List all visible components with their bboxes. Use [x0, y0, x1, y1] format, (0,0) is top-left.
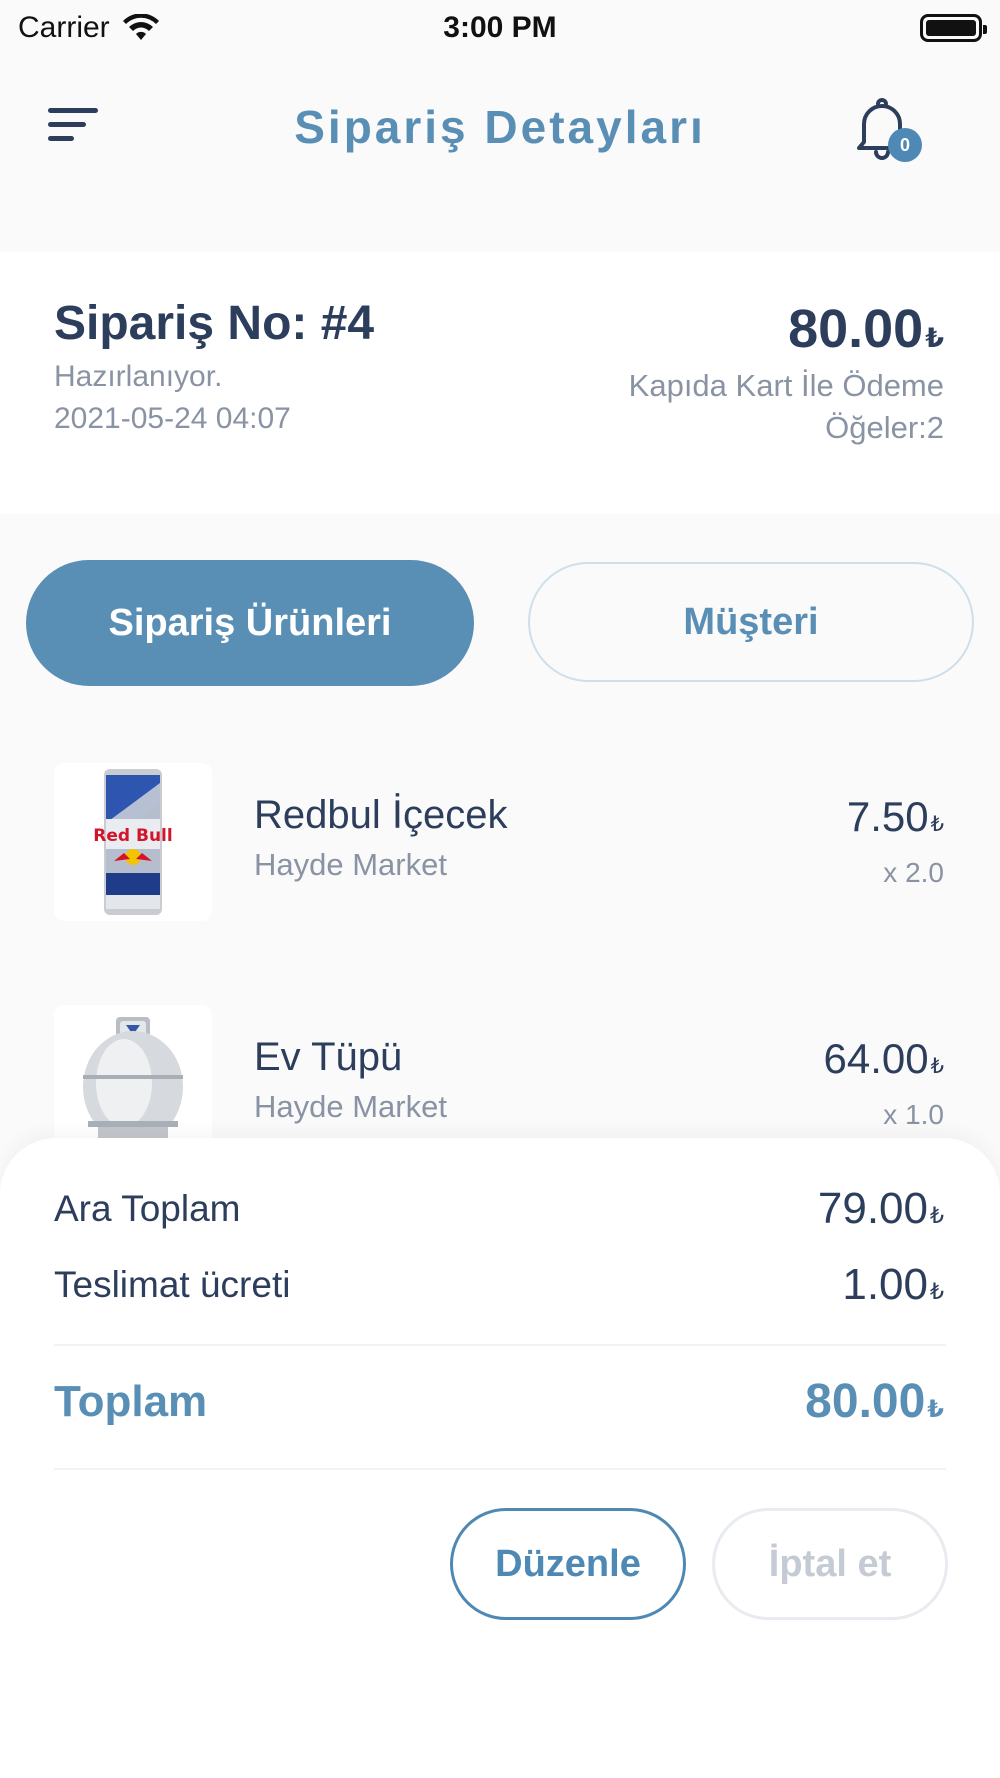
- delivery-fee-amount: 1.00: [842, 1260, 928, 1309]
- tab-order-products[interactable]: Sipariş Ürünleri: [26, 560, 474, 686]
- delivery-fee-value: 1.00₺: [842, 1260, 944, 1310]
- currency-symbol: ₺: [930, 1203, 944, 1228]
- product-price: 7.50₺: [847, 793, 944, 841]
- delivery-fee-row: Teslimat ücreti 1.00₺: [54, 1260, 944, 1310]
- status-left: Carrier: [18, 11, 160, 45]
- product-quantity: x 1.0: [883, 1099, 944, 1130]
- order-status: Hazırlanıyor.: [54, 360, 223, 393]
- battery-icon: [920, 14, 987, 42]
- tab-customer[interactable]: Müşteri: [528, 562, 974, 682]
- wifi-icon: [122, 14, 159, 40]
- product-price-value: 64.00: [823, 1035, 929, 1082]
- order-total: 80.00₺: [788, 298, 944, 360]
- product-quantity: x 2.0: [883, 857, 944, 888]
- status-bar: Carrier 3:00 PM: [0, 0, 1000, 56]
- edit-button[interactable]: Düzenle: [450, 1508, 686, 1620]
- currency-symbol: ₺: [927, 1396, 944, 1423]
- currency-symbol: ₺: [930, 1055, 944, 1078]
- order-summary-card: Sipariş No: #4 Hazırlanıyor. 2021-05-24 …: [0, 252, 1000, 514]
- order-date: 2021-05-24 04:07: [54, 402, 291, 435]
- svg-text:Red Bull: Red Bull: [93, 826, 172, 846]
- cancel-order-button[interactable]: İptal et: [712, 1508, 948, 1620]
- currency-symbol: ₺: [930, 813, 944, 836]
- product-price: 64.00₺: [824, 1035, 944, 1083]
- page-title: Sipariş Detayları: [294, 101, 706, 153]
- currency-symbol: ₺: [925, 323, 944, 353]
- notification-badge: 0: [888, 128, 922, 162]
- total-label: Toplam: [54, 1376, 208, 1426]
- red-bull-can-image: Red Bull: [54, 763, 212, 921]
- order-total-value: 80.00: [788, 299, 924, 359]
- product-price-value: 7.50: [846, 793, 929, 840]
- subtotal-amount: 79.00: [817, 1184, 928, 1233]
- divider: [54, 1344, 946, 1346]
- product-name: Ev Tüpü: [254, 1035, 403, 1079]
- order-number: Sipariş No: #4: [54, 297, 375, 350]
- notifications-button[interactable]: 0: [852, 96, 922, 166]
- subtotal-row: Ara Toplam 79.00₺: [54, 1184, 944, 1234]
- total-amount: 80.00: [805, 1375, 926, 1428]
- product-store: Hayde Market: [254, 847, 447, 882]
- subtotal-label: Ara Toplam: [54, 1188, 241, 1229]
- product-name: Redbul İçecek: [254, 793, 508, 837]
- app-header: Sipariş Detayları 0: [0, 60, 1000, 250]
- product-store: Hayde Market: [254, 1089, 447, 1124]
- subtotal-value: 79.00₺: [818, 1184, 944, 1234]
- items-count: Öğeler:2: [825, 410, 944, 445]
- total-row: Toplam 80.00₺: [54, 1374, 944, 1429]
- payment-method: Kapıda Kart İle Ödeme: [628, 368, 944, 403]
- currency-symbol: ₺: [930, 1279, 944, 1304]
- order-totals-sheet: Ara Toplam 79.00₺ Teslimat ücreti 1.00₺ …: [0, 1138, 1000, 1778]
- delivery-fee-label: Teslimat ücreti: [54, 1264, 291, 1305]
- divider: [54, 1468, 946, 1470]
- carrier-label: Carrier: [18, 11, 110, 44]
- product-item[interactable]: Red Bull Redbul İçecek Hayde Market 7.50…: [0, 763, 1000, 933]
- total-value: 80.00₺: [805, 1374, 944, 1429]
